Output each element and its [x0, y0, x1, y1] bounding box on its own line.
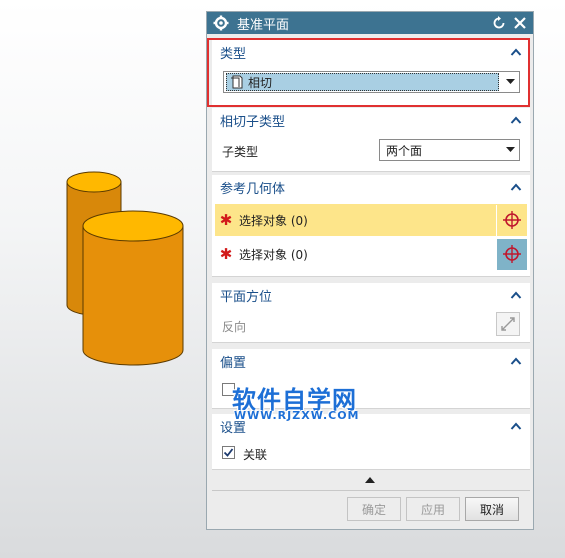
- subtype-select[interactable]: 两个面: [379, 139, 520, 161]
- plane-orientation-group: 平面方位 反向: [212, 283, 530, 343]
- select-object-button[interactable]: [496, 204, 527, 236]
- checkmark-icon: [223, 448, 234, 457]
- dialog-footer: [212, 490, 530, 491]
- caret-up-icon: [365, 477, 375, 483]
- offset-title: 偏置: [220, 355, 247, 371]
- chevron-up-icon[interactable]: [510, 356, 522, 366]
- type-group: 类型 相切: [212, 40, 530, 106]
- crosshair-icon: [503, 245, 521, 263]
- type-group-header[interactable]: 类型: [212, 40, 530, 64]
- subtype-label: 子类型: [222, 145, 259, 159]
- chevron-up-icon[interactable]: [510, 47, 522, 57]
- select-object-row-1[interactable]: ✱ 选择对象 (0): [215, 204, 527, 236]
- gear-icon: [213, 15, 229, 31]
- chevron-up-icon[interactable]: [510, 290, 522, 300]
- offset-header[interactable]: 偏置: [212, 349, 530, 373]
- cylinder-models: [66, 171, 184, 366]
- associative-label: 关联: [243, 448, 268, 462]
- apply-button[interactable]: 应用: [406, 497, 460, 521]
- crosshair-icon: [503, 211, 521, 229]
- chevron-up-icon[interactable]: [510, 182, 522, 192]
- dialog-titlebar: 基准平面: [207, 12, 533, 34]
- chevron-down-icon[interactable]: [501, 72, 519, 92]
- datum-plane-dialog: 基准平面 类型 相切 相切子类型 子类型 两个面 参考几何体 ✱ 选择对象 (0…: [206, 11, 534, 530]
- reverse-label: 反向: [222, 320, 247, 334]
- reference-geometry-group: 参考几何体 ✱ 选择对象 (0) ✱ 选择对象 (0): [212, 175, 530, 277]
- type-select-label: 相切: [248, 75, 273, 90]
- close-icon[interactable]: [513, 16, 527, 30]
- reference-geometry-header[interactable]: 参考几何体: [212, 175, 530, 199]
- reverse-direction-button[interactable]: [496, 312, 520, 336]
- chevron-up-icon[interactable]: [510, 115, 522, 125]
- tangent-subtype-header[interactable]: 相切子类型: [212, 108, 530, 132]
- dialog-title: 基准平面: [237, 17, 290, 33]
- chevron-up-icon[interactable]: [510, 421, 522, 431]
- reverse-direction-icon: [501, 317, 515, 331]
- tangent-subtype-title: 相切子类型: [220, 114, 286, 130]
- settings-group: 设置 关联: [212, 414, 530, 470]
- type-select-value: 相切: [226, 73, 499, 91]
- ok-button[interactable]: 确定: [347, 497, 401, 521]
- subtype-select-value: 两个面: [386, 143, 423, 158]
- tangent-plane-icon: [230, 75, 244, 89]
- watermark-url: WWW.RJZXW.COM: [234, 409, 360, 422]
- more-options-toggle[interactable]: [365, 477, 377, 485]
- select-object-label: 选择对象 (0): [239, 247, 308, 262]
- plane-orientation-title: 平面方位: [220, 289, 273, 305]
- associative-checkbox[interactable]: [222, 446, 235, 459]
- plane-orientation-header[interactable]: 平面方位: [212, 283, 530, 307]
- required-star-icon: ✱: [219, 245, 233, 263]
- tangent-subtype-group: 相切子类型 子类型 两个面: [212, 108, 530, 172]
- graphics-viewport[interactable]: [0, 0, 206, 558]
- type-group-title: 类型: [220, 46, 247, 62]
- reference-geometry-title: 参考几何体: [220, 181, 286, 197]
- select-object-label: 选择对象 (0): [239, 213, 308, 228]
- select-object-button[interactable]: [496, 238, 527, 270]
- chevron-down-icon[interactable]: [501, 140, 519, 160]
- cancel-button[interactable]: 取消: [465, 497, 519, 521]
- select-object-row-2[interactable]: ✱ 选择对象 (0): [215, 238, 527, 270]
- reset-icon[interactable]: [492, 16, 506, 30]
- type-select[interactable]: 相切: [223, 71, 520, 93]
- required-star-icon: ✱: [219, 211, 233, 229]
